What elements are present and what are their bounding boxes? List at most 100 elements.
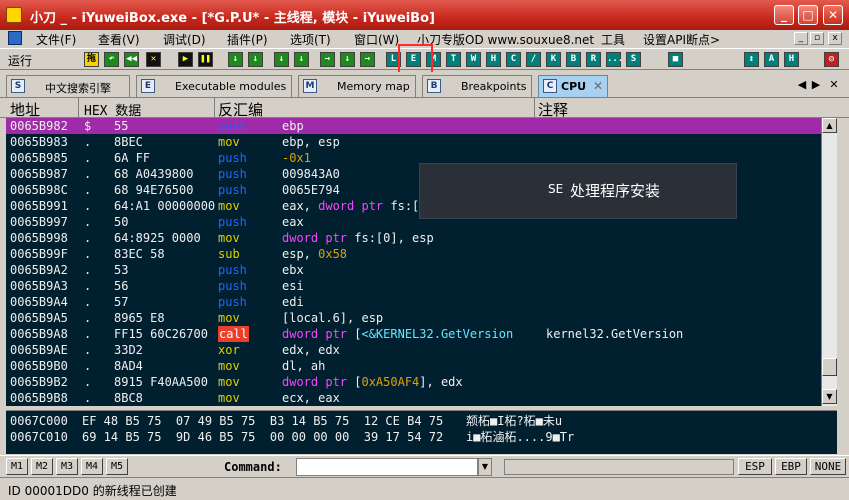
row-marker: . [84,375,92,389]
tab-breakpoints[interactable]: B Breakpoints [422,75,532,97]
run-trace-window-button[interactable]: ... [606,52,623,67]
animate-button[interactable]: → [360,52,375,67]
disasm-row[interactable]: 0065B982 $55 push ebp [6,118,821,134]
menu-file[interactable]: 文件(F) [36,31,76,48]
step-into-button[interactable]: ↓ [228,52,243,67]
disasm-row[interactable]: 0065B9A2. 53 push ebx [6,262,821,278]
m5-button[interactable]: M5 [106,458,128,475]
tab-close-icon[interactable]: ✕ [828,78,840,91]
restart-button[interactable]: ↶ [104,52,119,67]
disasm-row[interactable]: 0065B9A5. 8965 E8 mov [local.6], esp [6,310,821,326]
column-comment[interactable]: 注释 [538,99,568,120]
row-address: 0065B9B0 [10,359,68,373]
row-hex: 56 [114,279,129,293]
breakpoints-window-button[interactable]: B [566,52,581,67]
minimize-button[interactable]: _ [774,5,794,25]
column-hex[interactable]: HEX 数据 [84,100,141,119]
modules-icon: E [141,79,155,93]
disasm-scrollbar[interactable]: ▲ ▼ [821,118,837,406]
pause-button[interactable]: ❚❚ [198,52,213,67]
title-bar[interactable]: 小刀 _ - iYuweiBox.exe - [*G.P.U* - 主线程, 模… [0,0,849,30]
references-window-button[interactable]: R [586,52,601,67]
windows-window-button[interactable]: W [466,52,481,67]
target-icon[interactable]: ◎ [824,52,839,67]
scroll-up-icon[interactable]: ▲ [822,118,837,133]
menu-tools[interactable]: 工具 [601,31,625,48]
search-module-icon: S [11,79,25,93]
scroll-down-icon[interactable]: ▼ [822,389,837,404]
disasm-row[interactable]: 0065B9AE. 33D2 xor edx, edx [6,342,821,358]
source-window-button[interactable]: S [626,52,641,67]
disasm-row[interactable]: 0065B9B2. 8915 F40AA500 mov dword ptr [0xA5… [6,374,821,390]
mdi-system-icon[interactable] [8,31,22,45]
command-dropdown-icon[interactable]: ▼ [478,458,492,476]
callstack-window-button[interactable]: K [546,52,561,67]
column-address[interactable]: 地址 [10,99,40,120]
tab-memory-map[interactable]: M Memory map [298,75,416,97]
tab-scroll-left-icon[interactable]: ◀ [796,78,808,91]
trace-into-button[interactable]: ↓ [274,52,289,67]
menu-debug[interactable]: 调试(D) [163,31,206,48]
options-button[interactable]: ■ [668,52,683,67]
run-button[interactable]: ▶ [178,52,193,67]
disasm-row[interactable]: 0065B9A3. 56 push esi [6,278,821,294]
row-hex: 50 [114,215,129,229]
step-over-button[interactable]: ↓ [248,52,263,67]
trace-over-button[interactable]: ↓ [294,52,309,67]
row-mnemonic: xor [218,343,240,357]
threads-window-button[interactable]: T [446,52,461,67]
close-debuggee-button[interactable]: ✕ [146,52,161,67]
row-address: 0065B9A3 [10,279,68,293]
close-button[interactable]: ✕ [823,5,843,25]
esp-button[interactable]: ESP [738,458,772,475]
m4-button[interactable]: M4 [81,458,103,475]
mdi-minimize-button[interactable]: _ [794,32,808,45]
disasm-row[interactable]: 0065B9B8. 8BC8 mov ecx, eax [6,390,821,406]
appearance-button[interactable]: ↕ [744,52,759,67]
patches-window-button[interactable]: / [526,52,541,67]
tab-executable-modules[interactable]: E Executable modules [136,75,292,97]
m1-button[interactable]: M1 [6,458,28,475]
command-input[interactable] [296,458,478,476]
scroll-thumb[interactable] [822,358,837,376]
ebp-button[interactable]: EBP [775,458,807,475]
tab-cpu[interactable]: C CPU ✕ [538,75,608,97]
disasm-row[interactable]: 0065B99F. 83EC 58 sub esp, 0x58 [6,246,821,262]
tab-scroll-right-icon[interactable]: ▶ [810,78,822,91]
mdi-close-button[interactable]: x [828,32,842,45]
menu-api-breakpoint[interactable]: 设置API断点> [643,31,720,48]
m2-button[interactable]: M2 [31,458,53,475]
disasm-row[interactable]: 0065B9B0. 8AD4 mov dl, ah [6,358,821,374]
close-tab-icon[interactable]: ✕ [593,79,603,93]
menu-plugins[interactable]: 插件(P) [227,31,268,48]
drag-button[interactable]: 拖 [84,52,99,67]
handles-window-button[interactable]: H [486,52,501,67]
tab-chinese-search[interactable]: S 中文搜索引擎 [6,75,130,97]
goto-address-button[interactable]: ↓ [340,52,355,67]
dump-pane[interactable]: 0067C000 EF 48 B5 75 07 49 B5 75 B3 14 B5… [6,410,837,454]
disasm-row[interactable]: 0065B983. 8BEC mov ebp, esp [6,134,821,150]
none-button[interactable]: NONE [810,458,846,475]
mdi-restore-button[interactable]: ▫ [810,32,824,45]
rewind-button[interactable]: ◀◀ [124,52,139,67]
disasm-row[interactable]: 0065B9A8. FF15 60C26700 call dword ptr [<&K… [6,326,821,342]
maximize-button[interactable]: □ [798,5,818,25]
app-icon [6,7,22,23]
ascii-button[interactable]: A [764,52,779,67]
row-marker: . [84,279,92,293]
disasm-row[interactable]: 0065B998. 64:8925 0000 mov dword ptr fs:[0]… [6,230,821,246]
m3-button[interactable]: M3 [56,458,78,475]
cpu-window-button[interactable]: C [506,52,521,67]
menu-souxue[interactable]: 小刀专版OD www.souxue8.net [417,31,594,48]
row-hex: 64:8925 0000 [114,231,201,245]
menu-window[interactable]: 窗口(W) [354,31,399,48]
disasm-row[interactable]: 0065B9A4. 57 push edi [6,294,821,310]
disassembly-pane[interactable]: 0065B982 $55 push ebp 0065B983. 8BEC mov ebp, e… [6,118,821,406]
column-disasm[interactable]: 反汇编 [218,99,263,120]
help-button[interactable]: H [784,52,799,67]
row-marker: . [84,199,92,213]
menu-options[interactable]: 选项(T) [290,31,331,48]
row-marker: . [84,151,92,165]
execute-till-return-button[interactable]: → [320,52,335,67]
menu-view[interactable]: 查看(V) [98,31,140,48]
